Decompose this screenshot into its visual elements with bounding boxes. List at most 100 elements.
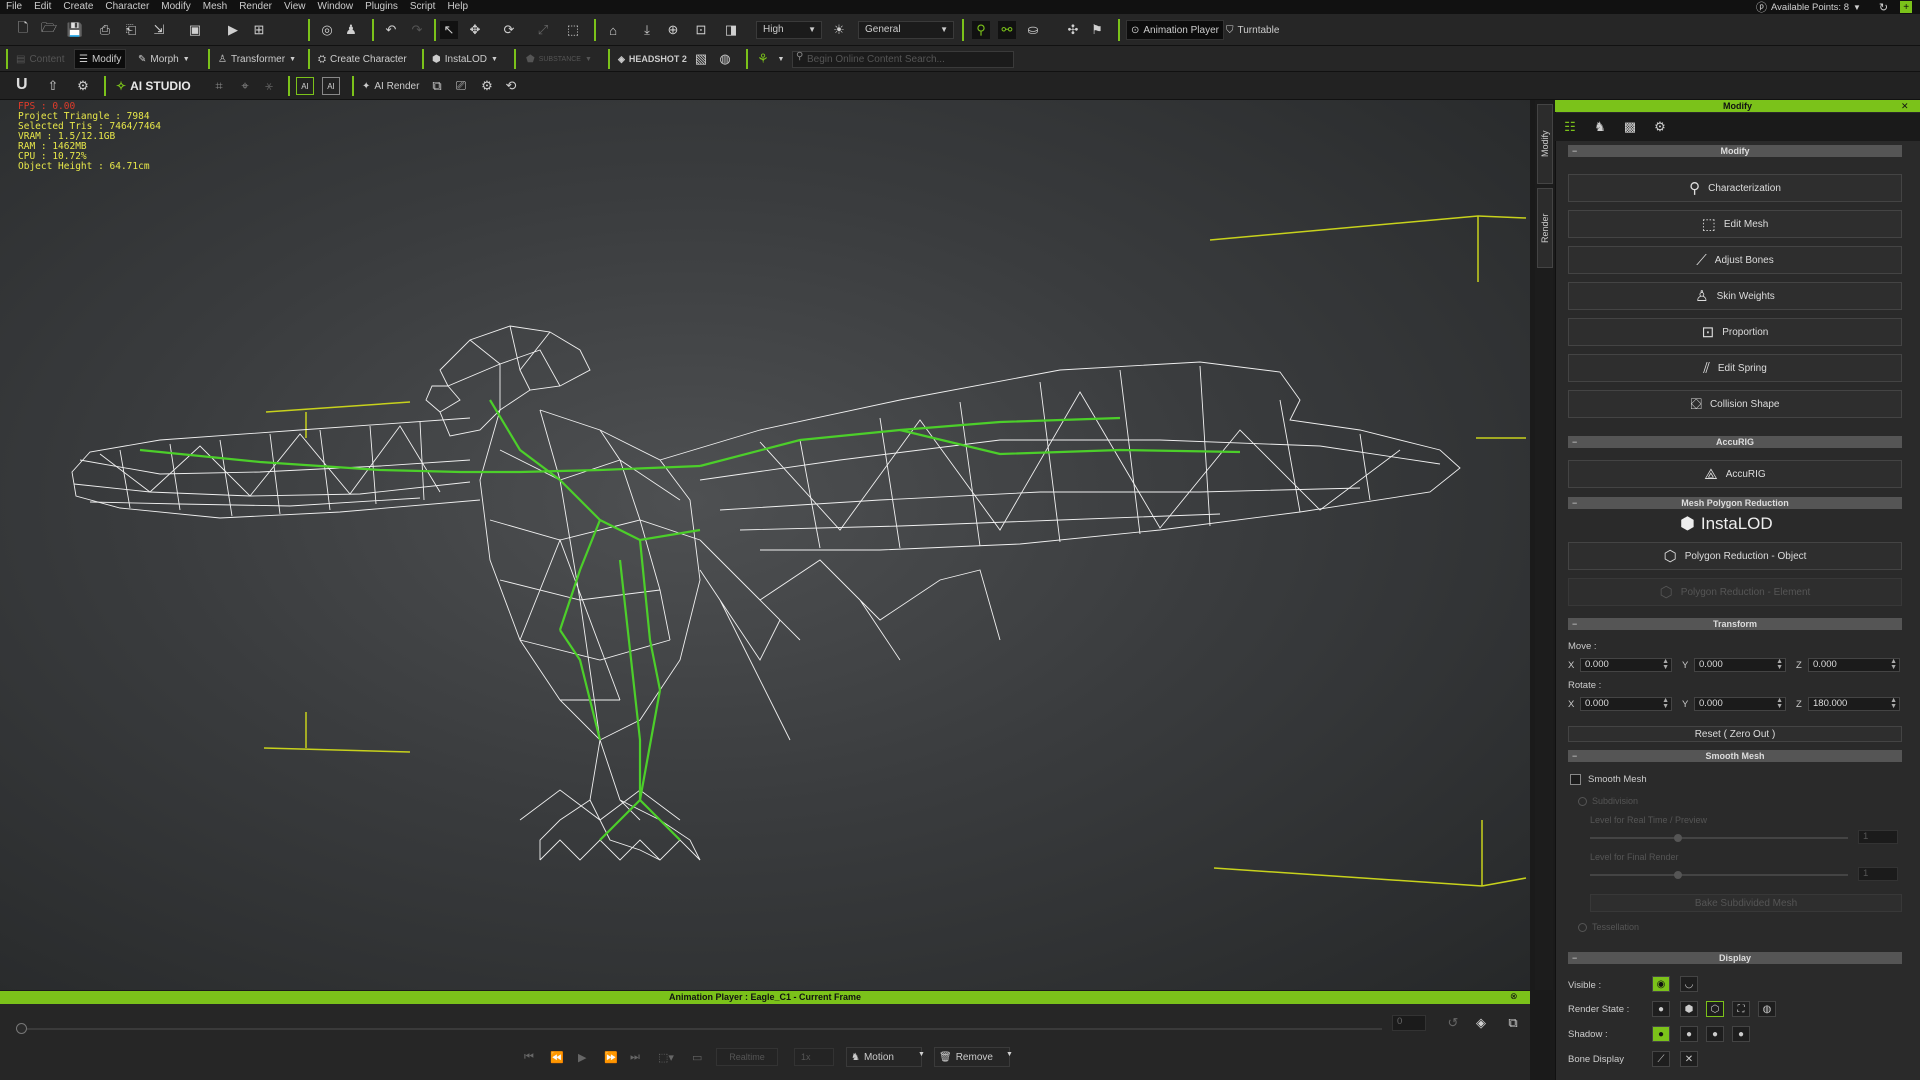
collision-shape-button[interactable]: ⛋ Collision Shape xyxy=(1568,390,1902,418)
rotate-x-field[interactable]: 0.000 ▲ ▼ xyxy=(1580,697,1672,711)
slider-knob[interactable] xyxy=(1674,834,1682,842)
menu-mesh[interactable]: Mesh xyxy=(197,0,233,14)
visible-on-icon[interactable]: ◉ xyxy=(1652,976,1670,992)
skin-weights-button[interactable]: ♙ Skin Weights xyxy=(1568,282,1902,310)
points-label[interactable]: Available Points: 8 xyxy=(1771,2,1849,13)
search-input[interactable]: Begin Online Content Search... xyxy=(792,51,1014,68)
section-smooth-mesh[interactable]: − Smooth Mesh xyxy=(1568,750,1902,762)
render-xray-icon[interactable]: ◍ xyxy=(1758,1001,1776,1017)
flag-icon[interactable]: ⚑ xyxy=(1088,21,1106,39)
move-x-field[interactable]: 0.000 ▲ ▼ xyxy=(1580,658,1672,672)
eagle-wireframe[interactable] xyxy=(0,100,1530,990)
settings-small-icon[interactable]: ⚙ xyxy=(478,77,496,95)
close-icon[interactable]: ⊗ xyxy=(1510,991,1518,1002)
select-icon[interactable]: ↖ xyxy=(440,21,458,39)
play-icon[interactable]: ▶ xyxy=(578,1051,586,1064)
range-icon[interactable]: ▭ xyxy=(692,1051,702,1064)
popout-icon[interactable]: ⧉ xyxy=(1504,1014,1522,1032)
upload-icon[interactable]: ⇧ xyxy=(44,77,62,95)
sync-icon[interactable]: ⟲ xyxy=(502,77,520,95)
move-icon[interactable]: ✥ xyxy=(466,21,484,39)
plugin-icon[interactable]: ⚘ xyxy=(754,50,772,68)
pose-icon[interactable]: ♟ xyxy=(342,21,360,39)
accurig-button[interactable]: ⟁ AccuRIG xyxy=(1568,460,1902,488)
pack-icon[interactable]: ▣ xyxy=(186,21,204,39)
level-realtime-slider[interactable] xyxy=(1590,834,1848,842)
spinner-icon[interactable]: ▲ ▼ xyxy=(1662,697,1669,710)
menu-file[interactable]: File xyxy=(0,0,28,14)
new-project-icon[interactable]: 🗋 xyxy=(14,20,32,39)
spinner-icon[interactable]: ▲ ▼ xyxy=(1776,658,1783,671)
section-modify[interactable]: − Modify xyxy=(1568,145,1902,157)
hair-icon[interactable]: ◍ xyxy=(716,50,734,68)
bone-show-icon[interactable]: ⟋ xyxy=(1652,1051,1670,1067)
reallusion-logo-icon[interactable]: U xyxy=(16,76,28,94)
timeline-track[interactable] xyxy=(16,1028,1382,1030)
video-icon[interactable]: ⎚ xyxy=(452,77,470,95)
timeline-playhead[interactable] xyxy=(16,1023,27,1034)
ai-image-icon[interactable]: AI xyxy=(296,77,314,95)
menu-create[interactable]: Create xyxy=(57,0,99,14)
loop-mode-icon[interactable]: ⬚▾ xyxy=(658,1051,674,1064)
transformer-button[interactable]: ♙ Transformer ▼ xyxy=(214,49,300,69)
ik-icon[interactable]: ⚲ xyxy=(972,21,990,39)
shadow-receive-icon[interactable]: ● xyxy=(1706,1026,1724,1042)
display-mode-icon[interactable]: ◨ xyxy=(722,21,740,39)
camera-sync-icon[interactable]: ◈ xyxy=(1472,1014,1490,1032)
gear-icon[interactable]: ⚙ xyxy=(74,77,92,95)
tab-settings-icon[interactable]: ⚙ xyxy=(1651,118,1669,136)
fit-icon[interactable]: ⊡ xyxy=(692,21,710,39)
morph-button[interactable]: ✎ Morph ▼ xyxy=(134,49,194,69)
current-frame-field[interactable]: 0 xyxy=(1392,1015,1426,1031)
redo-icon[interactable]: ↷ xyxy=(408,21,426,39)
go-start-icon[interactable]: ⏮ xyxy=(524,1051,534,1064)
section-transform[interactable]: − Transform xyxy=(1568,618,1902,630)
realtime-dropdown[interactable]: Realtime xyxy=(716,1048,778,1066)
spinner-icon[interactable]: ▲ ▼ xyxy=(1890,658,1897,671)
prev-frame-icon[interactable]: ⏪ xyxy=(550,1051,564,1064)
tab-material-icon[interactable]: ▩ xyxy=(1621,118,1639,136)
content-button[interactable]: ▤ Content xyxy=(12,49,68,69)
camera-icon[interactable]: ◎ xyxy=(318,21,336,39)
menu-help[interactable]: Help xyxy=(441,0,474,14)
edit-mesh-button[interactable]: ⬚ Edit Mesh xyxy=(1568,210,1902,238)
render-box-icon[interactable]: ⛶ xyxy=(1732,1001,1750,1017)
spinner-icon[interactable]: ▲ ▼ xyxy=(1776,697,1783,710)
spinner-icon[interactable]: ▲ ▼ xyxy=(1662,658,1669,671)
drop-icon[interactable]: ⤓ xyxy=(638,21,656,39)
ai-studio-button[interactable]: ✧ AI STUDIO xyxy=(112,76,195,96)
substance-button[interactable]: ⬟ SUBSTANCE ▼ xyxy=(522,49,596,69)
polygon-reduction-object-button[interactable]: ⬡ Polygon Reduction - Object xyxy=(1568,542,1902,570)
menu-edit[interactable]: Edit xyxy=(28,0,57,14)
scale-icon[interactable]: ⤢ xyxy=(534,21,552,39)
create-character-button[interactable]: ⛭ Create Character xyxy=(314,49,411,69)
3d-viewport[interactable] xyxy=(0,100,1530,990)
chevron-down-icon[interactable]: ▼ xyxy=(1006,1051,1013,1058)
bake-subdivided-mesh-button[interactable]: Bake Subdivided Mesh xyxy=(1590,894,1902,912)
section-display[interactable]: − Display xyxy=(1568,952,1902,964)
render-smooth-icon[interactable]: ● xyxy=(1652,1001,1670,1017)
chevron-down-icon[interactable]: ▼ xyxy=(918,1051,925,1058)
slider-knob[interactable] xyxy=(1674,871,1682,879)
tab-modify-vertical[interactable]: Modify xyxy=(1537,104,1553,184)
motion-button[interactable]: ♞ Motion xyxy=(846,1047,922,1067)
level-final-slider[interactable] xyxy=(1590,871,1848,879)
ai-tool-2-icon[interactable]: ⌖ xyxy=(236,77,254,95)
move-z-field[interactable]: 0.000 ▲ ▼ xyxy=(1808,658,1900,672)
undo-icon[interactable]: ↶ xyxy=(382,21,400,39)
gizmo-icon[interactable]: ✣ xyxy=(1064,21,1082,39)
headshot-tool-icon[interactable]: ▧ xyxy=(692,50,710,68)
menu-plugins[interactable]: Plugins xyxy=(359,0,404,14)
open-icon[interactable]: 🗁 xyxy=(40,20,58,39)
next-frame-icon[interactable]: ⏩ xyxy=(604,1051,618,1064)
smooth-mesh-checkbox[interactable] xyxy=(1570,774,1581,785)
tab-attributes-icon[interactable]: ☷ xyxy=(1561,118,1579,136)
rotate-y-field[interactable]: 0.000 ▲ ▼ xyxy=(1694,697,1786,711)
add-points-icon[interactable]: + xyxy=(1900,1,1913,13)
ai-tool-1-icon[interactable]: ⌗ xyxy=(210,77,228,95)
tab-motion-icon[interactable]: ♞ xyxy=(1591,118,1609,136)
level-final-field[interactable]: 1 xyxy=(1858,867,1898,881)
loop-icon[interactable]: ↺ xyxy=(1444,1014,1462,1032)
move-y-field[interactable]: 0.000 ▲ ▼ xyxy=(1694,658,1786,672)
align-icon[interactable]: ⊕ xyxy=(664,21,682,39)
